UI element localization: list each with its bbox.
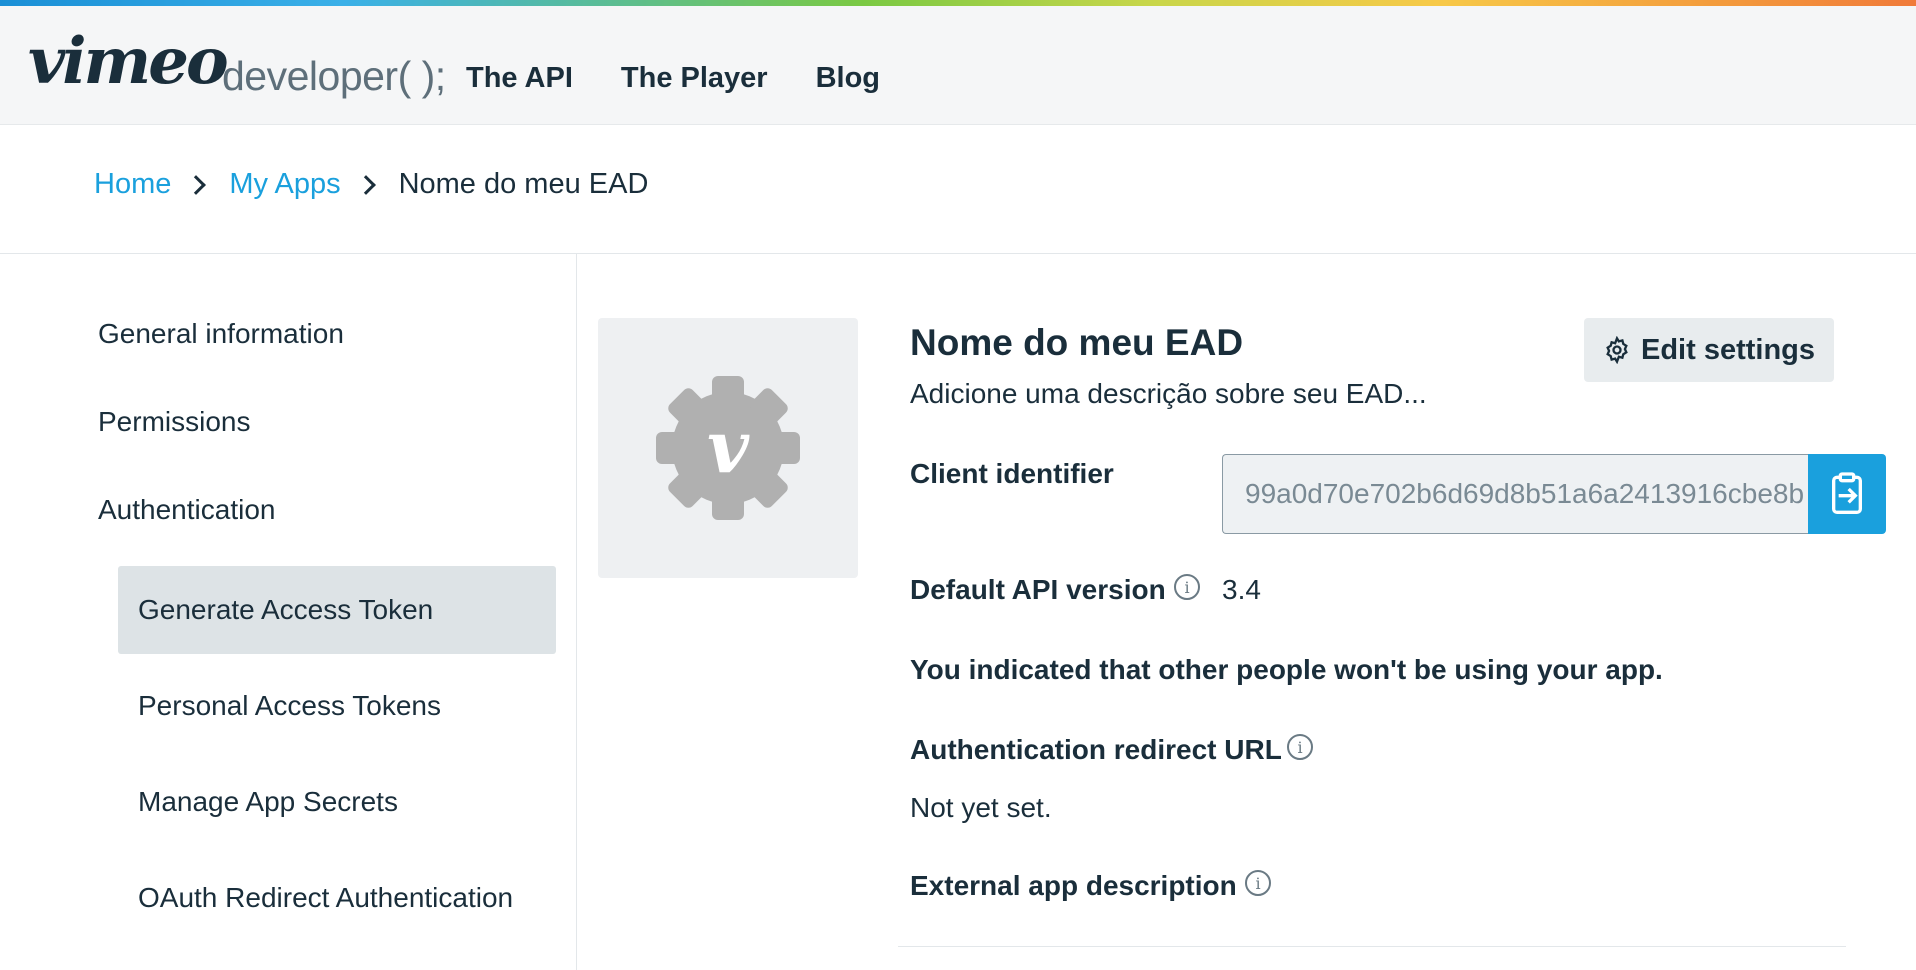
vimeo-logo[interactable]: vimeo: [28, 24, 229, 99]
redirect-url-value: Not yet set.: [910, 792, 1052, 823]
chevron-right-icon: [186, 174, 207, 195]
info-icon[interactable]: i: [1245, 870, 1271, 896]
nav-blog[interactable]: Blog: [816, 62, 880, 95]
usage-note: You indicated that other people won't be…: [910, 654, 1663, 685]
default-api-version-value: 3.4: [1222, 574, 1261, 605]
divider: [898, 946, 1846, 947]
copy-client-id-button[interactable]: [1808, 454, 1886, 534]
sidebar-divider: [576, 254, 577, 970]
app-thumbnail: v: [598, 318, 858, 578]
app-description[interactable]: Adicione uma descrição sobre seu EAD...: [910, 378, 1427, 410]
sidebar-item-label: Manage App Secrets: [138, 786, 398, 817]
nav-the-api[interactable]: The API: [466, 62, 573, 95]
client-identifier-field: 99a0d70e702b6d69d8b51a6a2413916cbe8b: [1222, 454, 1886, 534]
breadcrumb-my-apps[interactable]: My Apps: [229, 168, 340, 201]
sidebar-item-label: Personal Access Tokens: [138, 690, 441, 721]
vimeo-gear-icon: v: [656, 376, 800, 520]
edit-settings-button[interactable]: Edit settings: [1584, 318, 1834, 382]
sidebar-item-authentication[interactable]: Authentication: [98, 494, 275, 526]
default-api-version-label: Default API version: [910, 574, 1166, 605]
sidebar-item-generate-access-token[interactable]: Generate Access Token: [118, 566, 556, 654]
info-icon[interactable]: i: [1174, 574, 1200, 600]
developer-wordmark[interactable]: developer( );: [222, 53, 446, 100]
edit-settings-label: Edit settings: [1640, 333, 1815, 366]
clipboard-icon: [1832, 472, 1862, 514]
divider: [0, 253, 1916, 254]
client-identifier-input[interactable]: 99a0d70e702b6d69d8b51a6a2413916cbe8b: [1222, 454, 1808, 534]
gear-icon: [1606, 336, 1628, 364]
chevron-right-icon: [355, 174, 376, 195]
sidebar-item-general-information[interactable]: General information: [98, 318, 344, 350]
info-icon[interactable]: i: [1287, 734, 1313, 760]
sidebar-item-personal-access-tokens[interactable]: Personal Access Tokens: [118, 662, 556, 750]
sidebar-item-oauth-redirect-authentication[interactable]: OAuth Redirect Authentication: [118, 854, 556, 942]
main-nav: The API The Player Blog: [466, 62, 880, 95]
external-app-description-label: External app description: [910, 870, 1237, 901]
sidebar-item-permissions[interactable]: Permissions: [98, 406, 250, 438]
breadcrumb-current: Nome do meu EAD: [398, 168, 649, 200]
svg-text:v: v: [707, 404, 750, 489]
breadcrumb-home[interactable]: Home: [94, 168, 171, 201]
sidebar-item-label: OAuth Redirect Authentication: [138, 882, 514, 913]
sidebar-item-label: Generate Access Token: [138, 594, 434, 625]
top-nav-bar: vimeo developer( ); The API The Player B…: [0, 6, 1916, 125]
sidebar-item-manage-app-secrets[interactable]: Manage App Secrets: [118, 758, 556, 846]
redirect-url-label: Authentication redirect URL: [910, 734, 1282, 765]
logo-wordmark: vimeo: [28, 24, 229, 99]
client-identifier-label: Client identifier: [910, 458, 1114, 489]
nav-the-player[interactable]: The Player: [621, 62, 768, 95]
breadcrumb: Home My Apps Nome do meu EAD: [94, 168, 648, 201]
app-title: Nome do meu EAD: [910, 322, 1244, 363]
